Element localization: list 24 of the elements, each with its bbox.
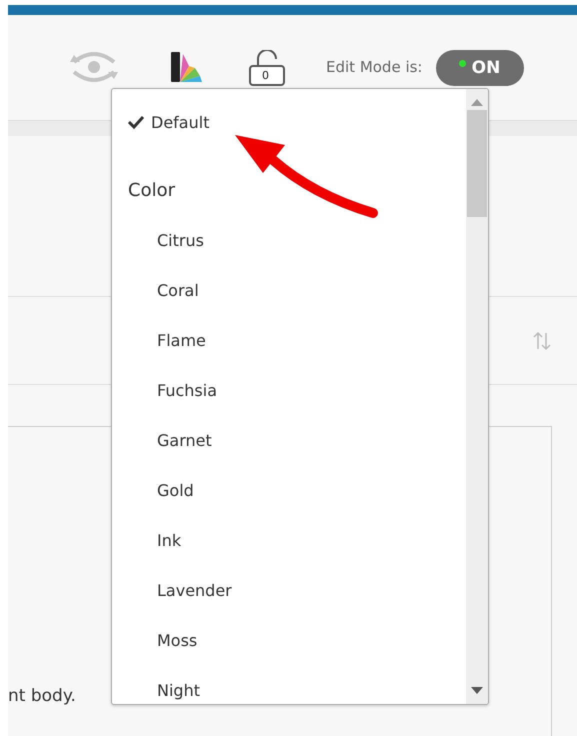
- theme-option[interactable]: Lavender: [112, 565, 466, 615]
- theme-option[interactable]: Default: [112, 97, 466, 147]
- scroll-down-icon[interactable]: [471, 687, 483, 694]
- palette-icon[interactable]: [171, 52, 203, 82]
- scrollbar-thumb[interactable]: [467, 110, 487, 217]
- eye-refresh-icon[interactable]: [70, 50, 118, 84]
- theme-option[interactable]: Night: [112, 665, 466, 704]
- theme-option[interactable]: Coral: [112, 265, 466, 315]
- theme-option[interactable]: Fuchsia: [112, 365, 466, 415]
- theme-option[interactable]: Garnet: [112, 415, 466, 465]
- scrollbar[interactable]: [466, 89, 488, 704]
- lock-icon[interactable]: [248, 50, 286, 86]
- group-header: Color: [127, 178, 176, 202]
- theme-option[interactable]: Moss: [112, 615, 466, 665]
- theme-option[interactable]: Flame: [112, 315, 466, 365]
- scroll-up-icon[interactable]: [471, 99, 483, 106]
- body-text: nt body.: [8, 686, 76, 706]
- edit-mode-toggle[interactable]: ON: [436, 50, 524, 86]
- lock-count: 0: [262, 69, 269, 82]
- theme-option[interactable]: Citrus: [112, 215, 466, 265]
- theme-option[interactable]: Gold: [112, 465, 466, 515]
- sort-icon[interactable]: [533, 330, 551, 350]
- edit-mode-label: Edit Mode is:: [326, 58, 422, 76]
- theme-option[interactable]: Ink: [112, 515, 466, 565]
